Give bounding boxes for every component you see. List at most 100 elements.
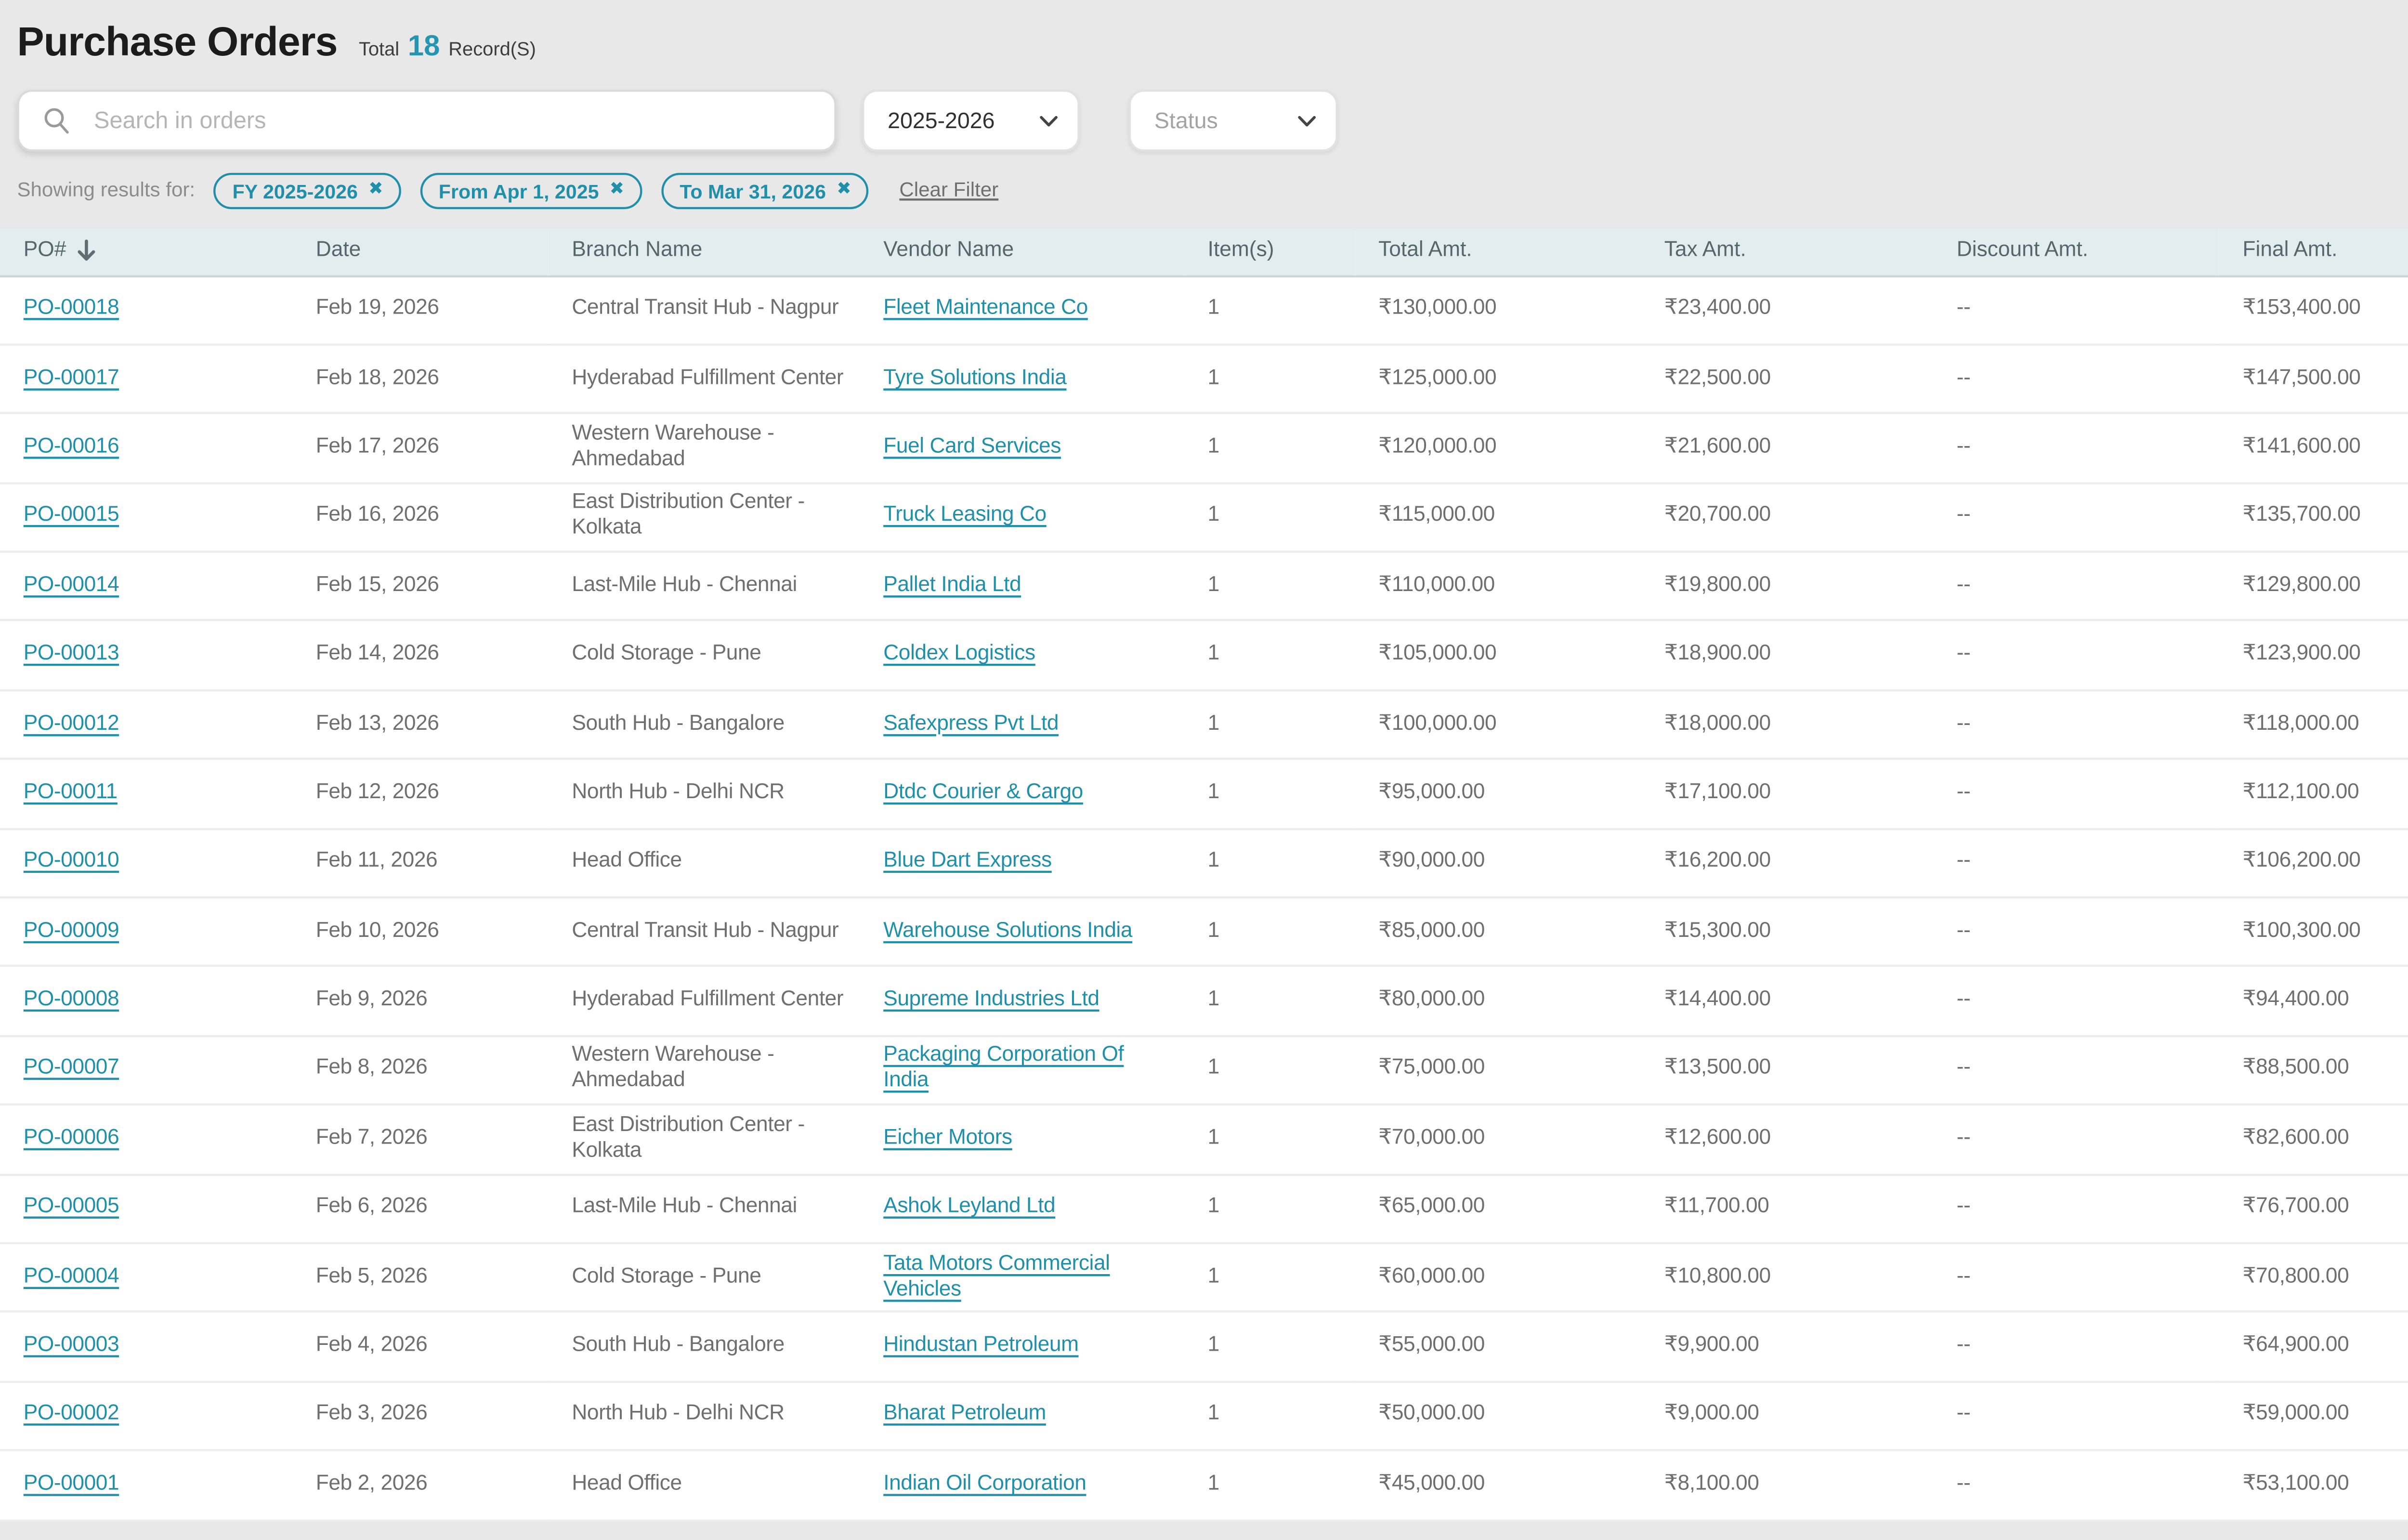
po-number-link[interactable]: PO-00012	[24, 712, 119, 736]
vendor-link[interactable]: Fuel Card Services	[883, 435, 1061, 459]
items-count: 1	[1184, 483, 1355, 552]
vendor-link[interactable]: Bharat Petroleum	[883, 1403, 1046, 1427]
branch-name: North Hub - Delhi NCR	[549, 759, 860, 829]
po-date: Feb 16, 2026	[292, 483, 549, 552]
discount-amount: --	[1933, 897, 2219, 967]
search-input[interactable]	[90, 105, 802, 135]
po-date: Feb 4, 2026	[292, 1312, 549, 1382]
total-amount: ₹75,000.00	[1355, 1036, 1641, 1105]
vendor-link[interactable]: Packaging Corporation Of India	[883, 1045, 1124, 1094]
po-number-link[interactable]: PO-00002	[24, 1403, 119, 1427]
po-number-link[interactable]: PO-00007	[24, 1057, 119, 1081]
vendor-link[interactable]: Safexpress Pvt Ltd	[883, 712, 1059, 736]
items-count: 1	[1184, 1312, 1355, 1382]
tax-amount: ₹9,900.00	[1641, 1312, 1933, 1382]
po-date: Feb 13, 2026	[292, 690, 549, 760]
vendor-link[interactable]: Blue Dart Express	[883, 850, 1052, 874]
vendor-link[interactable]: Hindustan Petroleum	[883, 1334, 1078, 1357]
branch-name: Central Transit Hub - Nagpur	[549, 276, 860, 345]
chip-close-icon[interactable]: ✖	[837, 182, 851, 199]
po-number-link[interactable]: PO-00006	[24, 1127, 119, 1150]
table-row: PO-00005 Feb 6, 2026 Last-Mile Hub - Che…	[0, 1174, 2408, 1243]
po-number-link[interactable]: PO-00018	[24, 297, 119, 321]
po-number-link[interactable]: PO-00015	[24, 504, 119, 528]
vendor-link[interactable]: Tyre Solutions India	[883, 366, 1066, 390]
po-table-card: PO# Date Branch Name Vendor Name Item(s)…	[0, 228, 2408, 1521]
final-amount: ₹135,700.00	[2219, 483, 2408, 552]
po-number-link[interactable]: PO-00013	[24, 643, 119, 666]
po-number-link[interactable]: PO-00016	[24, 435, 119, 459]
items-count: 1	[1184, 1450, 1355, 1520]
po-number-link[interactable]: PO-00004	[24, 1265, 119, 1289]
po-date: Feb 3, 2026	[292, 1382, 549, 1451]
items-count: 1	[1184, 276, 1355, 345]
items-count: 1	[1184, 1036, 1355, 1105]
column-header-po[interactable]: PO#	[0, 228, 292, 275]
vendor-link[interactable]: Fleet Maintenance Co	[883, 297, 1088, 321]
vendor-link[interactable]: Warehouse Solutions India	[883, 919, 1132, 943]
vendor-link[interactable]: Indian Oil Corporation	[883, 1472, 1086, 1496]
po-date: Feb 11, 2026	[292, 829, 549, 898]
items-count: 1	[1184, 344, 1355, 414]
filter-chip[interactable]: FY 2025-2026 ✖	[214, 173, 401, 209]
po-number-link[interactable]: PO-00017	[24, 366, 119, 390]
po-number-link[interactable]: PO-00003	[24, 1334, 119, 1357]
total-amount: ₹95,000.00	[1355, 759, 1641, 829]
table-row: PO-00014 Feb 15, 2026 Last-Mile Hub - Ch…	[0, 552, 2408, 621]
po-date: Feb 12, 2026	[292, 759, 549, 829]
status-dropdown[interactable]: Status	[1129, 90, 1338, 151]
po-number-link[interactable]: PO-00001	[24, 1472, 119, 1496]
final-amount: ₹70,800.00	[2219, 1243, 2408, 1313]
po-number-link[interactable]: PO-00011	[24, 781, 118, 804]
po-number-link[interactable]: PO-00008	[24, 988, 119, 1012]
branch-name: North Hub - Delhi NCR	[549, 1382, 860, 1451]
vendor-link[interactable]: Coldex Logistics	[883, 643, 1035, 666]
final-amount: ₹64,900.00	[2219, 1312, 2408, 1382]
status-placeholder: Status	[1154, 108, 1218, 133]
table-row: PO-00012 Feb 13, 2026 South Hub - Bangal…	[0, 690, 2408, 760]
vendor-link[interactable]: Dtdc Courier & Cargo	[883, 781, 1083, 804]
tax-amount: ₹15,300.00	[1641, 897, 1933, 967]
final-amount: ₹94,400.00	[2219, 967, 2408, 1036]
vendor-link[interactable]: Tata Motors Commercial Vehicles	[883, 1252, 1110, 1301]
po-number-link[interactable]: PO-00014	[24, 574, 119, 597]
final-amount: ₹112,100.00	[2219, 759, 2408, 829]
po-date: Feb 8, 2026	[292, 1036, 549, 1105]
po-number-link[interactable]: PO-00005	[24, 1196, 119, 1219]
items-count: 1	[1184, 1105, 1355, 1174]
table-row: PO-00018 Feb 19, 2026 Central Transit Hu…	[0, 276, 2408, 345]
chip-close-icon[interactable]: ✖	[610, 182, 624, 199]
chip-close-icon[interactable]: ✖	[368, 182, 383, 199]
branch-name: Hyderabad Fulfillment Center	[549, 967, 860, 1036]
vendor-link[interactable]: Pallet India Ltd	[883, 574, 1021, 597]
column-header-items: Item(s)	[1184, 228, 1355, 275]
total-amount: ₹105,000.00	[1355, 621, 1641, 690]
tax-amount: ₹18,000.00	[1641, 690, 1933, 760]
discount-amount: --	[1933, 276, 2219, 345]
tax-amount: ₹9,000.00	[1641, 1382, 1933, 1451]
chevron-down-icon	[1297, 114, 1317, 127]
tax-amount: ₹21,600.00	[1641, 414, 1933, 483]
tax-amount: ₹12,600.00	[1641, 1105, 1933, 1174]
branch-name: South Hub - Bangalore	[549, 690, 860, 760]
vendor-link[interactable]: Supreme Industries Ltd	[883, 988, 1099, 1012]
po-number-link[interactable]: PO-00010	[24, 850, 119, 874]
discount-amount: --	[1933, 483, 2219, 552]
vendor-link[interactable]: Eicher Motors	[883, 1127, 1012, 1150]
clear-filter-link[interactable]: Clear Filter	[899, 179, 998, 203]
total-amount: ₹80,000.00	[1355, 967, 1641, 1036]
filter-chip[interactable]: From Apr 1, 2025 ✖	[420, 173, 642, 209]
total-amount: ₹130,000.00	[1355, 276, 1641, 345]
filter-chip[interactable]: To Mar 31, 2026 ✖	[662, 173, 870, 209]
records-prefix: Total	[359, 38, 399, 59]
final-amount: ₹76,700.00	[2219, 1174, 2408, 1243]
final-amount: ₹106,200.00	[2219, 829, 2408, 898]
total-amount: ₹50,000.00	[1355, 1382, 1641, 1451]
po-number-link[interactable]: PO-00009	[24, 919, 119, 943]
tax-amount: ₹10,800.00	[1641, 1243, 1933, 1313]
vendor-link[interactable]: Ashok Leyland Ltd	[883, 1196, 1055, 1219]
tax-amount: ₹11,700.00	[1641, 1174, 1933, 1243]
vendor-link[interactable]: Truck Leasing Co	[883, 504, 1047, 528]
branch-name: Central Transit Hub - Nagpur	[549, 897, 860, 967]
fiscal-year-dropdown[interactable]: 2025-2026	[862, 90, 1080, 151]
